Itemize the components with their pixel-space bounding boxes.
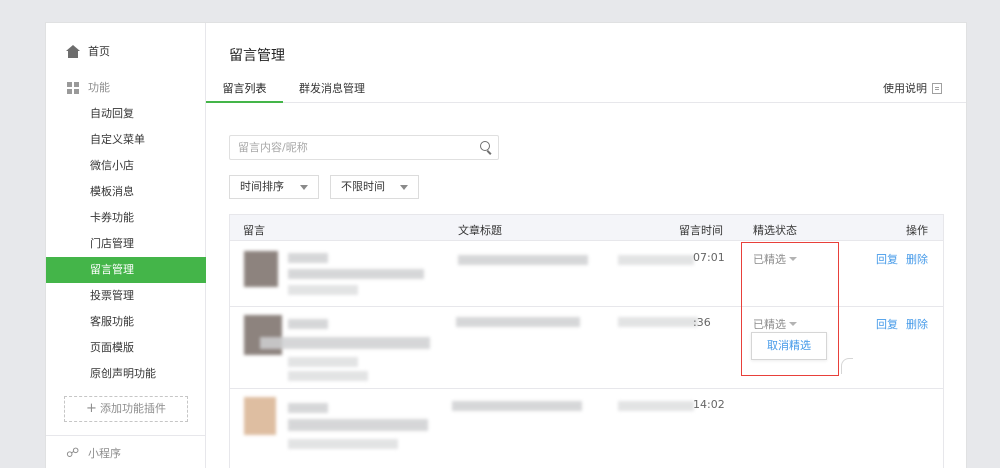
redacted-text	[456, 317, 580, 327]
featured-status-label: 已精选	[753, 253, 786, 266]
document-icon	[932, 83, 942, 94]
table-header: 留言 文章标题 留言时间 精选状态 操作	[230, 215, 943, 241]
sidebar-item-label: 自定义菜单	[90, 133, 145, 146]
sidebar-item-template-message[interactable]: 模板消息	[46, 179, 206, 205]
delete-link[interactable]: 删除	[906, 251, 928, 267]
help-label: 使用说明	[883, 82, 927, 95]
sidebar-item-label: 门店管理	[90, 237, 134, 250]
sidebar-item-label: 客服功能	[90, 315, 134, 328]
sort-select-value: 时间排序	[240, 180, 284, 193]
tab-bar: 留言列表 群发消息管理 使用说明	[206, 73, 966, 103]
sidebar-item-mini-program[interactable]: ☍ 小程序	[46, 441, 206, 467]
redacted-text	[618, 255, 694, 265]
grid-icon	[67, 82, 79, 94]
sidebar-item-label: 投票管理	[90, 289, 134, 302]
search-box	[229, 135, 499, 160]
sidebar-item-label: 原创声明功能	[90, 367, 156, 380]
redacted-text	[288, 371, 368, 381]
sidebar-divider	[46, 435, 206, 436]
tab-comment-list[interactable]: 留言列表	[206, 80, 283, 103]
redacted-text	[288, 419, 428, 431]
table-row: 07:01 已精选 回复 删除	[230, 241, 943, 307]
featured-status-select[interactable]: 已精选	[753, 316, 797, 332]
plus-icon: +	[86, 401, 97, 416]
avatar	[244, 251, 278, 287]
chevron-down-icon	[789, 257, 797, 261]
sidebar-item-cards[interactable]: 卡券功能	[46, 205, 206, 231]
sidebar-item-label: 首页	[88, 45, 110, 58]
search-icon[interactable]	[480, 141, 490, 151]
redacted-text	[618, 401, 694, 411]
column-header-actions: 操作	[906, 224, 928, 237]
redacted-text	[288, 319, 328, 329]
sidebar-item-wechat-store[interactable]: 微信小店	[46, 153, 206, 179]
sidebar: 首页 功能 自动回复 自定义菜单 微信小店 模板消息 卡券功能 门店管理 留言管…	[46, 23, 206, 468]
search-input[interactable]	[230, 136, 460, 159]
app-frame: 首页 功能 自动回复 自定义菜单 微信小店 模板消息 卡券功能 门店管理 留言管…	[45, 22, 967, 468]
redacted-text	[458, 255, 588, 265]
table-row: 14:02	[230, 389, 943, 468]
chevron-down-icon	[400, 185, 408, 190]
sidebar-section-label: 功能	[88, 81, 110, 94]
chevron-down-icon	[300, 185, 308, 190]
time-range-select-value: 不限时间	[341, 180, 385, 193]
avatar	[244, 315, 282, 355]
home-icon	[66, 45, 80, 58]
add-plugin-button[interactable]: + 添加功能插件	[64, 396, 188, 422]
reply-link[interactable]: 回复	[876, 316, 898, 332]
sidebar-item-page-template[interactable]: 页面模版	[46, 335, 206, 361]
redacted-text	[288, 253, 328, 263]
sidebar-item-auto-reply[interactable]: 自动回复	[46, 101, 206, 127]
sidebar-item-label: 微信小店	[90, 159, 134, 172]
redacted-text	[288, 439, 398, 449]
help-link[interactable]: 使用说明	[883, 80, 942, 96]
tab-mass-message[interactable]: 群发消息管理	[299, 80, 365, 96]
main-panel: 留言管理 留言列表 群发消息管理 使用说明 时间排序 不限时间 留言 文章标题 …	[206, 23, 966, 468]
column-header-featured-status: 精选状态	[753, 224, 797, 237]
sidebar-item-label: 自动回复	[90, 107, 134, 120]
reply-link[interactable]: 回复	[876, 251, 898, 267]
cursor-icon	[841, 358, 853, 374]
cancel-featured-button[interactable]: 取消精选	[751, 332, 827, 360]
add-plugin-label: 添加功能插件	[99, 402, 166, 415]
comment-time: 14:02	[693, 398, 725, 411]
column-header-comment-time: 留言时间	[679, 224, 723, 237]
redacted-text	[288, 403, 328, 413]
page-title: 留言管理	[229, 48, 285, 64]
link-icon: ☍	[66, 446, 80, 461]
delete-link[interactable]: 删除	[906, 316, 928, 332]
sidebar-item-label: 卡券功能	[90, 211, 134, 224]
sidebar-item-comment-management[interactable]: 留言管理	[46, 257, 206, 283]
sidebar-item-voting[interactable]: 投票管理	[46, 283, 206, 309]
sidebar-item-store-management[interactable]: 门店管理	[46, 231, 206, 257]
column-header-comment: 留言	[243, 224, 265, 237]
redacted-text	[288, 285, 358, 295]
time-range-select[interactable]: 不限时间	[330, 175, 419, 199]
redacted-text	[288, 269, 424, 279]
featured-status-label: 已精选	[753, 318, 786, 331]
sidebar-item-label: 小程序	[88, 447, 121, 460]
sidebar-item-label: 模板消息	[90, 185, 134, 198]
sidebar-item-home[interactable]: 首页	[46, 39, 206, 65]
sidebar-item-custom-menu[interactable]: 自定义菜单	[46, 127, 206, 153]
table-row: :36 已精选 回复 删除	[230, 307, 943, 389]
sort-select[interactable]: 时间排序	[229, 175, 319, 199]
sidebar-item-label: 留言管理	[90, 263, 134, 276]
column-header-article-title: 文章标题	[458, 224, 502, 237]
comment-time: :36	[693, 316, 711, 329]
avatar	[244, 397, 276, 435]
comment-time: 07:01	[693, 251, 725, 264]
sidebar-section-functions: 功能	[46, 75, 206, 101]
sidebar-item-customer-service[interactable]: 客服功能	[46, 309, 206, 335]
sidebar-item-label: 页面模版	[90, 341, 134, 354]
redacted-text	[288, 357, 358, 367]
chevron-down-icon	[789, 322, 797, 326]
redacted-text	[260, 337, 430, 349]
redacted-text	[618, 317, 698, 327]
comment-table: 留言 文章标题 留言时间 精选状态 操作 07:01 已精选 回复 删除:36…	[229, 214, 944, 468]
featured-status-select[interactable]: 已精选	[753, 251, 797, 267]
redacted-text	[452, 401, 582, 411]
sidebar-item-original-declaration[interactable]: 原创声明功能	[46, 361, 206, 387]
